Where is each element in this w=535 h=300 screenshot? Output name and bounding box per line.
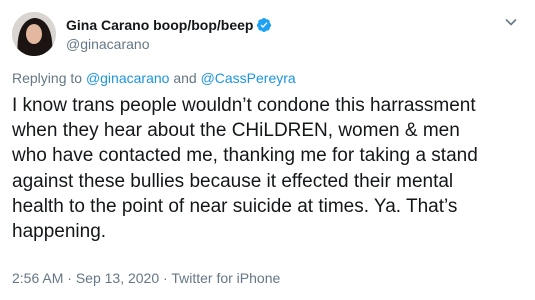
meta-separator: · xyxy=(163,270,168,286)
verified-badge-icon xyxy=(256,17,272,33)
tweet-text: I know trans people wouldn’t condone thi… xyxy=(12,95,478,243)
replying-to-label: Replying to xyxy=(12,70,83,86)
chevron-down-icon[interactable] xyxy=(503,14,519,30)
tweet-source[interactable]: Twitter for iPhone xyxy=(171,270,280,286)
replying-to: Replying to @ginacarano and @CassPereyra xyxy=(12,70,296,86)
reply-user-link-2[interactable]: @CassPereyra xyxy=(201,70,296,86)
tweet-meta: 2:56 AM · Sep 13, 2020 · Twitter for iPh… xyxy=(12,270,280,286)
tweet-time[interactable]: 2:56 AM xyxy=(12,270,63,286)
meta-separator: · xyxy=(67,270,72,286)
display-name-row: Gina Carano boop/bop/beep xyxy=(66,15,272,34)
tweet-card: Gina Carano boop/bop/beep @ginacarano Re… xyxy=(0,0,535,300)
tweet-date[interactable]: Sep 13, 2020 xyxy=(76,270,159,286)
display-name[interactable]: Gina Carano boop/bop/beep xyxy=(66,17,253,33)
author-handle[interactable]: @ginacarano xyxy=(66,36,272,52)
author-names: Gina Carano boop/bop/beep @ginacarano xyxy=(66,15,272,52)
reply-user-link-1[interactable]: @ginacarano xyxy=(86,70,170,86)
tweet-header: Gina Carano boop/bop/beep @ginacarano xyxy=(12,12,523,58)
avatar[interactable] xyxy=(12,12,56,56)
avatar-photo-icon xyxy=(12,12,56,56)
reply-conjunction: and xyxy=(173,70,197,86)
